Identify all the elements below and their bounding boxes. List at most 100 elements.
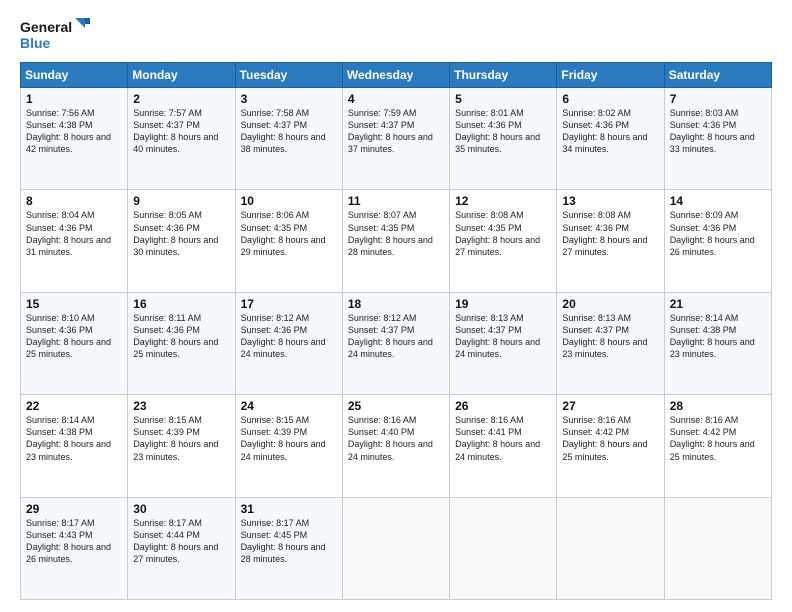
cell-info: Sunrise: 8:14 AMSunset: 4:38 PMDaylight:…: [670, 313, 755, 359]
day-cell-18: 18Sunrise: 8:12 AMSunset: 4:37 PMDayligh…: [342, 292, 449, 394]
day-number: 4: [348, 92, 444, 106]
empty-cell: [450, 497, 557, 599]
cell-info: Sunrise: 8:10 AMSunset: 4:36 PMDaylight:…: [26, 313, 111, 359]
cell-info: Sunrise: 8:15 AMSunset: 4:39 PMDaylight:…: [241, 415, 326, 461]
cell-info: Sunrise: 8:04 AMSunset: 4:36 PMDaylight:…: [26, 210, 111, 256]
cell-info: Sunrise: 8:17 AMSunset: 4:45 PMDaylight:…: [241, 518, 326, 564]
day-number: 3: [241, 92, 337, 106]
day-cell-12: 12 Sunrise: 8:08 AMSunset: 4:35 PMDayligh…: [450, 190, 557, 292]
cell-info: Sunrise: 8:11 AMSunset: 4:36 PMDaylight:…: [133, 313, 218, 359]
day-number: 17: [241, 297, 337, 311]
day-number: 21: [670, 297, 766, 311]
page: General Blue SundayMondayTuesdayWednesda…: [0, 0, 792, 612]
day-cell-1: 1 Sunrise: 7:56 AMSunset: 4:38 PMDaylight…: [21, 88, 128, 190]
empty-cell: [342, 497, 449, 599]
day-cell-21: 21 Sunrise: 8:14 AMSunset: 4:38 PMDayligh…: [664, 292, 771, 394]
svg-text:General: General: [20, 19, 72, 35]
day-cell-4: 4 Sunrise: 7:59 AMSunset: 4:37 PMDaylight…: [342, 88, 449, 190]
cell-info: Sunrise: 8:13 AMSunset: 4:37 PMDaylight:…: [562, 313, 647, 359]
day-cell-28: 28 Sunrise: 8:16 AMSunset: 4:42 PMDayligh…: [664, 395, 771, 497]
col-header-friday: Friday: [557, 63, 664, 88]
cell-info: Sunrise: 8:01 AMSunset: 4:36 PMDaylight:…: [455, 108, 540, 154]
day-number: 7: [670, 92, 766, 106]
day-cell-16: 16 Sunrise: 8:11 AMSunset: 4:36 PMDayligh…: [128, 292, 235, 394]
day-number: 27: [562, 399, 658, 413]
day-cell-7: 7 Sunrise: 8:03 AMSunset: 4:36 PMDaylight…: [664, 88, 771, 190]
cell-info: Sunrise: 8:16 AMSunset: 4:42 PMDaylight:…: [670, 415, 755, 461]
svg-text:Blue: Blue: [20, 35, 51, 51]
day-number: 22: [26, 399, 122, 413]
day-cell-25: 25 Sunrise: 8:16 AMSunset: 4:40 PMDayligh…: [342, 395, 449, 497]
col-header-saturday: Saturday: [664, 63, 771, 88]
day-number: 24: [241, 399, 337, 413]
day-number: 6: [562, 92, 658, 106]
cell-info: Sunrise: 8:16 AMSunset: 4:40 PMDaylight:…: [348, 415, 433, 461]
day-number: 20: [562, 297, 658, 311]
day-number: 5: [455, 92, 551, 106]
col-header-thursday: Thursday: [450, 63, 557, 88]
day-number: 2: [133, 92, 229, 106]
cell-info: Sunrise: 7:58 AMSunset: 4:37 PMDaylight:…: [241, 108, 326, 154]
day-number: 29: [26, 502, 122, 516]
day-cell-24: 24 Sunrise: 8:15 AMSunset: 4:39 PMDayligh…: [235, 395, 342, 497]
cell-info: Sunrise: 8:15 AMSunset: 4:39 PMDaylight:…: [133, 415, 218, 461]
day-cell-26: 26 Sunrise: 8:16 AMSunset: 4:41 PMDayligh…: [450, 395, 557, 497]
cell-info: Sunrise: 8:05 AMSunset: 4:36 PMDaylight:…: [133, 210, 218, 256]
cell-info: Sunrise: 7:57 AMSunset: 4:37 PMDaylight:…: [133, 108, 218, 154]
day-cell-10: 10 Sunrise: 8:06 AMSunset: 4:35 PMDayligh…: [235, 190, 342, 292]
day-cell-23: 23Sunrise: 8:15 AMSunset: 4:39 PMDayligh…: [128, 395, 235, 497]
day-cell-29: 29Sunrise: 8:17 AMSunset: 4:43 PMDayligh…: [21, 497, 128, 599]
day-cell-31: 31 Sunrise: 8:17 AMSunset: 4:45 PMDayligh…: [235, 497, 342, 599]
day-number: 12: [455, 194, 551, 208]
cell-info: Sunrise: 8:16 AMSunset: 4:41 PMDaylight:…: [455, 415, 540, 461]
cell-info: Sunrise: 7:56 AMSunset: 4:38 PMDaylight:…: [26, 108, 111, 154]
cell-info: Sunrise: 8:14 AMSunset: 4:38 PMDaylight:…: [26, 415, 111, 461]
day-cell-14: 14 Sunrise: 8:09 AMSunset: 4:36 PMDayligh…: [664, 190, 771, 292]
cell-info: Sunrise: 8:17 AMSunset: 4:44 PMDaylight:…: [133, 518, 218, 564]
col-header-sunday: Sunday: [21, 63, 128, 88]
day-number: 26: [455, 399, 551, 413]
cell-info: Sunrise: 7:59 AMSunset: 4:37 PMDaylight:…: [348, 108, 433, 154]
col-header-monday: Monday: [128, 63, 235, 88]
day-cell-22: 22 Sunrise: 8:14 AMSunset: 4:38 PMDayligh…: [21, 395, 128, 497]
day-cell-30: 30Sunrise: 8:17 AMSunset: 4:44 PMDayligh…: [128, 497, 235, 599]
empty-cell: [664, 497, 771, 599]
day-number: 1: [26, 92, 122, 106]
cell-info: Sunrise: 8:12 AMSunset: 4:36 PMDaylight:…: [241, 313, 326, 359]
cell-info: Sunrise: 8:03 AMSunset: 4:36 PMDaylight:…: [670, 108, 755, 154]
cell-info: Sunrise: 8:08 AMSunset: 4:35 PMDaylight:…: [455, 210, 540, 256]
day-number: 14: [670, 194, 766, 208]
day-cell-11: 11 Sunrise: 8:07 AMSunset: 4:35 PMDayligh…: [342, 190, 449, 292]
calendar: SundayMondayTuesdayWednesdayThursdayFrid…: [20, 62, 772, 600]
cell-info: Sunrise: 8:09 AMSunset: 4:36 PMDaylight:…: [670, 210, 755, 256]
cell-info: Sunrise: 8:02 AMSunset: 4:36 PMDaylight:…: [562, 108, 647, 154]
day-number: 10: [241, 194, 337, 208]
logo: General Blue: [20, 16, 90, 54]
day-number: 31: [241, 502, 337, 516]
col-header-wednesday: Wednesday: [342, 63, 449, 88]
col-header-tuesday: Tuesday: [235, 63, 342, 88]
header: General Blue: [20, 16, 772, 54]
day-cell-5: 5 Sunrise: 8:01 AMSunset: 4:36 PMDaylight…: [450, 88, 557, 190]
day-cell-9: 9Sunrise: 8:05 AMSunset: 4:36 PMDaylight…: [128, 190, 235, 292]
day-cell-17: 17 Sunrise: 8:12 AMSunset: 4:36 PMDayligh…: [235, 292, 342, 394]
empty-cell: [557, 497, 664, 599]
day-cell-2: 2 Sunrise: 7:57 AMSunset: 4:37 PMDaylight…: [128, 88, 235, 190]
logo-svg: General Blue: [20, 16, 90, 54]
day-number: 18: [348, 297, 444, 311]
day-number: 16: [133, 297, 229, 311]
day-cell-15: 15 Sunrise: 8:10 AMSunset: 4:36 PMDayligh…: [21, 292, 128, 394]
cell-info: Sunrise: 8:07 AMSunset: 4:35 PMDaylight:…: [348, 210, 433, 256]
day-cell-8: 8 Sunrise: 8:04 AMSunset: 4:36 PMDaylight…: [21, 190, 128, 292]
day-number: 15: [26, 297, 122, 311]
cell-info: Sunrise: 8:13 AMSunset: 4:37 PMDaylight:…: [455, 313, 540, 359]
day-cell-3: 3 Sunrise: 7:58 AMSunset: 4:37 PMDaylight…: [235, 88, 342, 190]
day-cell-20: 20 Sunrise: 8:13 AMSunset: 4:37 PMDayligh…: [557, 292, 664, 394]
day-number: 8: [26, 194, 122, 208]
day-number: 11: [348, 194, 444, 208]
day-number: 28: [670, 399, 766, 413]
day-number: 25: [348, 399, 444, 413]
day-cell-19: 19Sunrise: 8:13 AMSunset: 4:37 PMDayligh…: [450, 292, 557, 394]
cell-info: Sunrise: 8:06 AMSunset: 4:35 PMDaylight:…: [241, 210, 326, 256]
cell-info: Sunrise: 8:08 AMSunset: 4:36 PMDaylight:…: [562, 210, 647, 256]
